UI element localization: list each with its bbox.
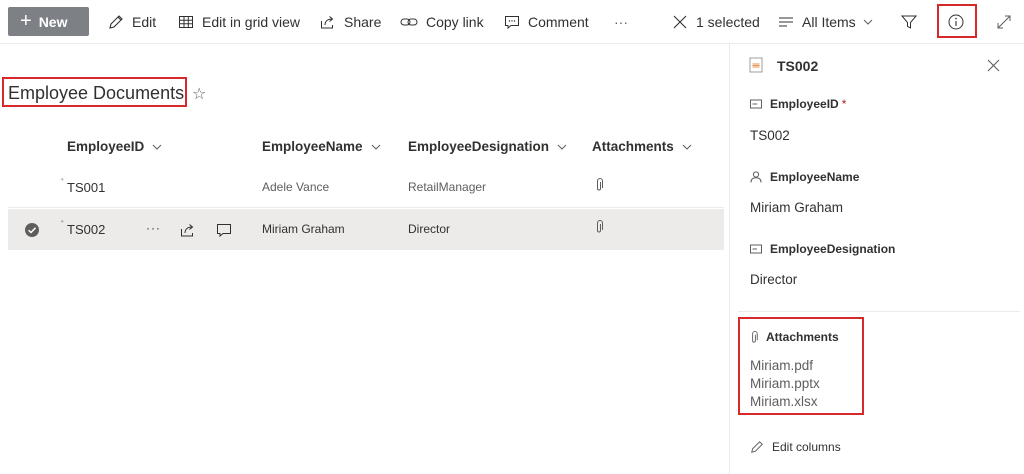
share-icon (321, 16, 334, 29)
details-pane: TS002 EmployeeID * TS002 EmployeeName Mi… (729, 44, 1024, 474)
chevron-down-icon (371, 144, 380, 150)
field-label-text: EmployeeName (770, 170, 860, 184)
plus-icon: + (20, 9, 32, 32)
new-button-label: New (38, 13, 68, 30)
table-row[interactable]: ⁺ TS001 Adele Vance RetailManager (8, 167, 724, 208)
chevron-down-icon (863, 19, 873, 25)
expand-button[interactable] (996, 12, 1020, 32)
pencil-icon (751, 441, 763, 453)
edit-button[interactable]: Edit (108, 12, 156, 32)
column-header-label: EmployeeID (67, 139, 145, 154)
chevron-down-icon (152, 144, 162, 150)
checkmark-circle-icon[interactable] (24, 222, 40, 238)
field-value-employee-id[interactable]: TS002 (750, 128, 790, 143)
column-header-label: Attachments (592, 139, 674, 154)
column-header-label: EmployeeDesignation (408, 139, 550, 154)
chevron-down-icon (557, 144, 567, 150)
comment-button[interactable]: Comment (504, 12, 589, 32)
link-icon (400, 18, 418, 26)
command-bar: + New Edit Edit in grid view Share Copy … (0, 0, 1024, 44)
paperclip-icon (597, 220, 603, 233)
copy-link-label: Copy link (426, 14, 484, 30)
field-label-employee-name: EmployeeName (750, 170, 859, 184)
new-button[interactable]: + New (8, 7, 89, 36)
table-row[interactable]: ⁺ TS002 ··· Miriam Graham Director (8, 209, 724, 250)
person-icon (750, 171, 762, 183)
divider (738, 311, 1020, 312)
close-icon (673, 15, 687, 29)
text-field-icon (750, 244, 762, 254)
edit-grid-view-button[interactable]: Edit in grid view (178, 12, 300, 32)
paperclip-icon (597, 178, 603, 191)
row-more-actions-button[interactable]: ··· (146, 221, 161, 235)
column-header-employee-name[interactable]: EmployeeName (262, 139, 382, 154)
edit-columns-link[interactable]: Edit columns (750, 440, 841, 454)
field-label-text: EmployeeDesignation (770, 242, 896, 256)
field-value-employee-name[interactable]: Miriam Graham (750, 200, 843, 215)
edit-button-label: Edit (132, 14, 157, 30)
field-label-employee-id: EmployeeID * (750, 97, 846, 111)
column-header-label: EmployeeName (262, 139, 363, 154)
document-icon (749, 57, 763, 73)
share-button[interactable]: Share (320, 12, 381, 32)
field-label-employee-designation: EmployeeDesignation (750, 242, 895, 256)
attachments-highlight (738, 317, 864, 415)
more-icon: ··· (614, 14, 628, 30)
list-lines-icon (779, 17, 793, 27)
column-header-attachments[interactable]: Attachments (592, 139, 693, 154)
cell-employee-id[interactable]: TS001 (67, 180, 105, 195)
favorite-star-icon[interactable]: ☆ (192, 84, 206, 104)
close-icon[interactable] (987, 59, 1000, 72)
copy-link-button[interactable]: Copy link (400, 12, 484, 32)
text-field-icon (750, 99, 762, 109)
column-header-employee-id[interactable]: EmployeeID (67, 139, 163, 154)
share-button-label: Share (344, 14, 382, 30)
comment-icon[interactable] (216, 222, 232, 238)
required-mark: * (841, 97, 847, 111)
cell-employee-id[interactable]: TS002 (67, 222, 105, 237)
comment-button-label: Comment (528, 14, 589, 30)
view-switcher-label: All Items (802, 14, 856, 30)
share-icon[interactable] (180, 222, 196, 238)
pencil-icon (109, 15, 123, 29)
edit-grid-view-label: Edit in grid view (202, 14, 301, 30)
field-value-employee-designation[interactable]: Director (750, 272, 797, 287)
grid-icon (179, 16, 193, 28)
cell-employee-name: Adele Vance (262, 180, 330, 194)
new-item-icon: ⁺ (60, 218, 65, 227)
cell-employee-name: Miriam Graham (262, 222, 345, 236)
chevron-down-icon (682, 144, 692, 150)
title-highlight (2, 77, 187, 107)
cell-employee-designation: RetailManager (408, 180, 487, 194)
view-switcher[interactable]: All Items (778, 12, 874, 32)
filter-button[interactable] (901, 12, 925, 32)
edit-columns-label: Edit columns (772, 440, 841, 454)
column-header-employee-designation[interactable]: EmployeeDesignation (408, 139, 568, 154)
info-button-highlight (937, 4, 977, 38)
details-title: TS002 (777, 58, 819, 74)
field-label-text: EmployeeID (770, 97, 839, 111)
cell-employee-designation: Director (408, 222, 451, 236)
new-item-icon: ⁺ (60, 176, 65, 185)
clear-selection-button[interactable]: 1 selected (672, 12, 760, 32)
expand-icon (997, 15, 1011, 29)
comment-icon (505, 16, 519, 30)
selected-count-label: 1 selected (696, 14, 760, 30)
filter-icon (901, 15, 917, 29)
more-actions-button[interactable]: ··· (614, 12, 628, 32)
